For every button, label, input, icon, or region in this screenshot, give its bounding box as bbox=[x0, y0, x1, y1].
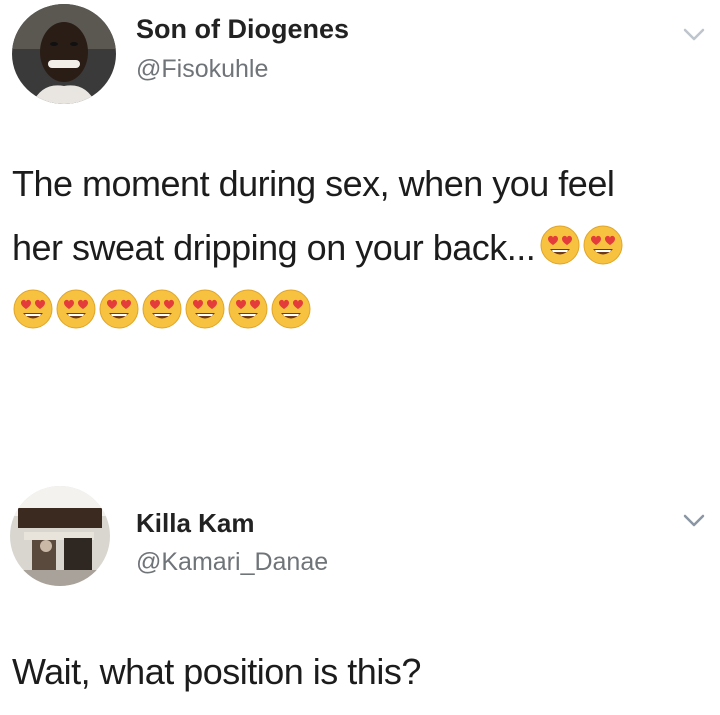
user-handle[interactable]: @Kamari_Danae bbox=[136, 548, 328, 577]
smiling-face-with-heart-eyes-icon bbox=[142, 289, 182, 329]
inline-emoji-group bbox=[539, 224, 624, 266]
avatar[interactable] bbox=[10, 486, 110, 586]
tweet-text: Wait, what position is this? bbox=[12, 651, 421, 692]
smiling-face-with-heart-eyes-icon bbox=[99, 289, 139, 329]
smiling-face-with-heart-eyes-icon bbox=[271, 289, 311, 329]
tweet-text-line: The moment during sex, when you feel bbox=[12, 163, 615, 204]
user-photo-icon bbox=[10, 486, 110, 586]
tweet-text-line-content: her sweat dripping on your back... bbox=[12, 227, 536, 268]
smiling-face-with-heart-eyes-icon bbox=[13, 289, 53, 329]
user-photo-icon bbox=[12, 4, 116, 104]
smiling-face-with-heart-eyes-icon bbox=[56, 289, 96, 329]
tweet: Killa Kam @Kamari_Danae Wait, what posit… bbox=[0, 470, 720, 715]
tweet-text: The moment during sex, when you feel her… bbox=[12, 152, 712, 280]
tweet-text-line: her sweat dripping on your back... bbox=[12, 216, 712, 280]
display-name[interactable]: Son of Diogenes bbox=[136, 14, 349, 45]
emoji-row bbox=[12, 288, 312, 330]
user-handle[interactable]: @Fisokuhle bbox=[136, 55, 268, 84]
smiling-face-with-heart-eyes-icon bbox=[583, 225, 623, 265]
display-name[interactable]: Killa Kam bbox=[136, 508, 255, 539]
tweet: Son of Diogenes @Fisokuhle The moment du… bbox=[0, 0, 720, 420]
chevron-down-icon[interactable] bbox=[682, 26, 706, 44]
smiling-face-with-heart-eyes-icon bbox=[185, 289, 225, 329]
smiling-face-with-heart-eyes-icon bbox=[540, 225, 580, 265]
chevron-down-icon[interactable] bbox=[682, 512, 706, 530]
smiling-face-with-heart-eyes-icon bbox=[228, 289, 268, 329]
avatar[interactable] bbox=[12, 4, 116, 104]
